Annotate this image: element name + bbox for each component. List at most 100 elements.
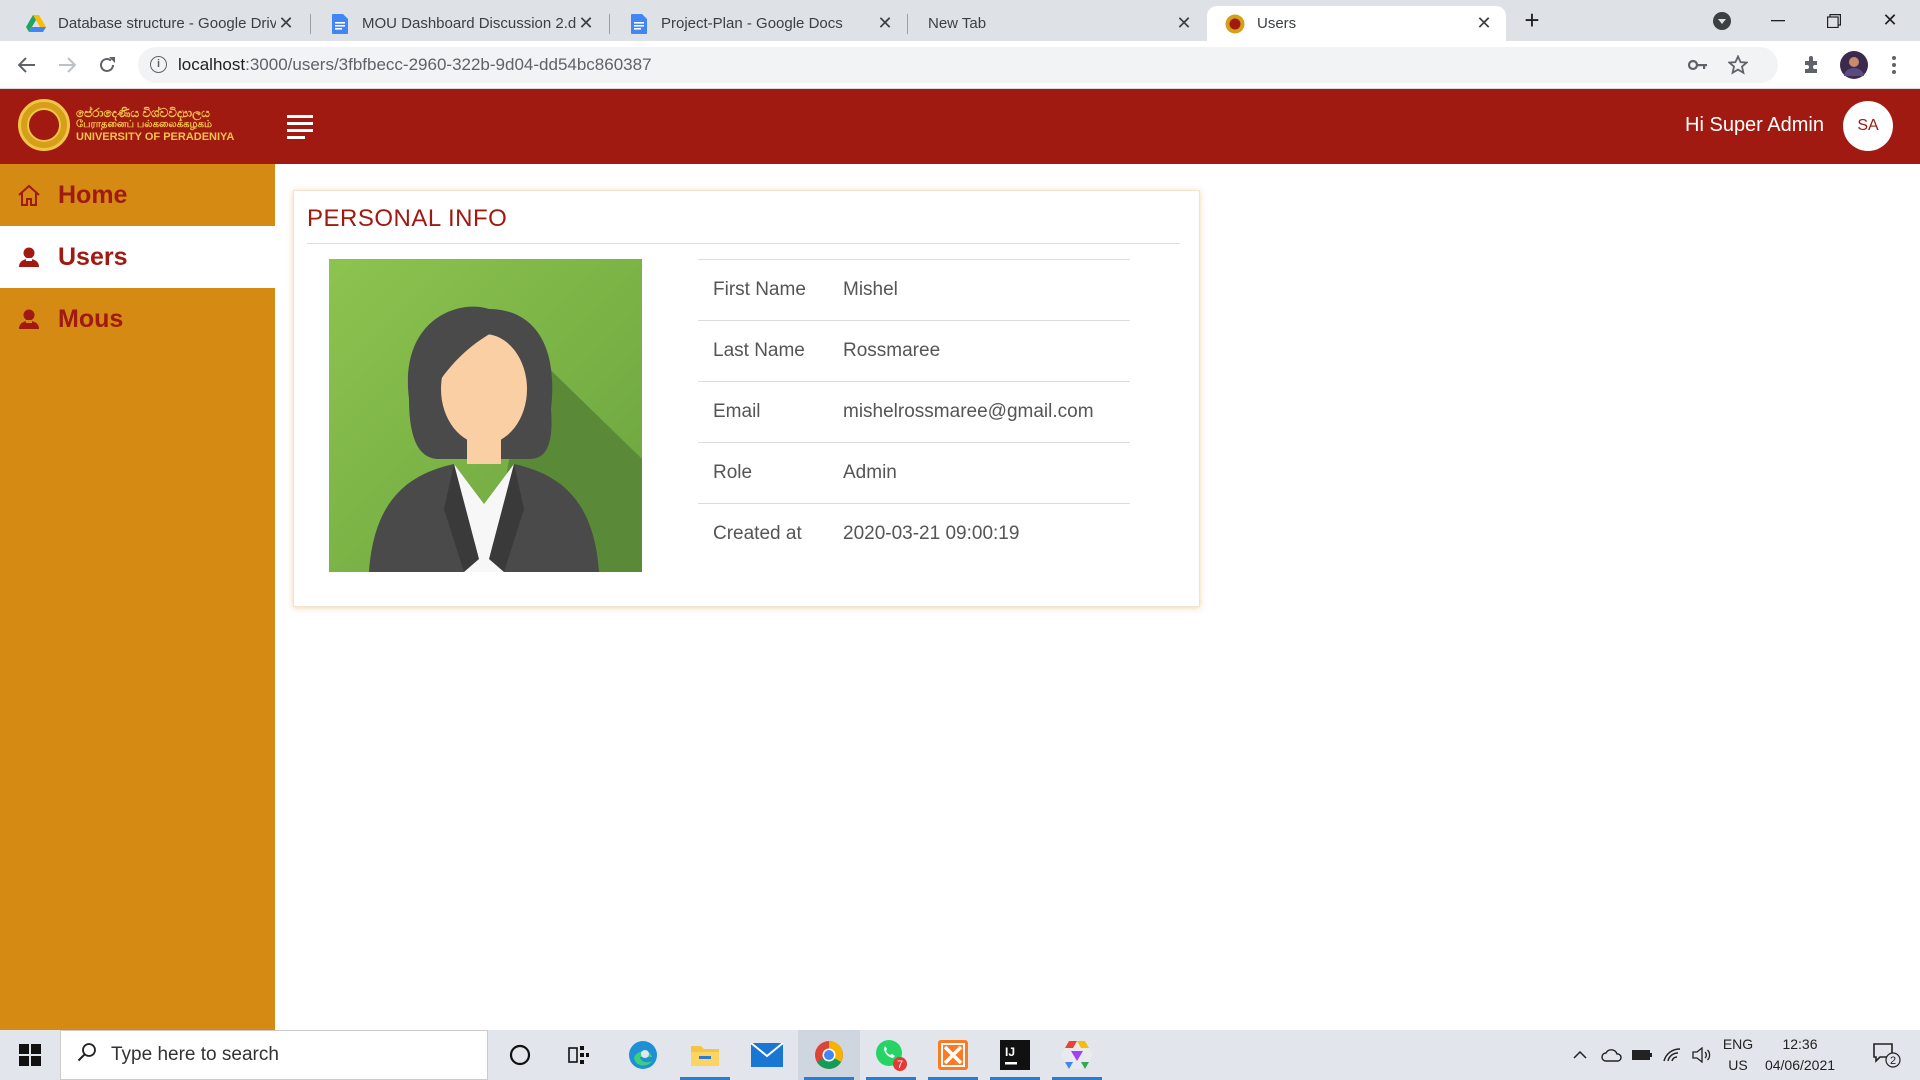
field-value: Mishel (843, 279, 898, 300)
restore-icon[interactable] (1806, 0, 1862, 41)
info-table: First Name Mishel Last Name Rossmaree Em… (698, 259, 1130, 565)
table-row: Last Name Rossmaree (698, 320, 1130, 382)
card-title: PERSONAL INFO (307, 205, 508, 232)
sidebar-item-home[interactable]: Home (0, 164, 275, 226)
intellij-icon[interactable]: IJ (984, 1030, 1046, 1080)
browser-tab-active[interactable]: Users ✕ (1207, 6, 1506, 41)
bookmark-star-icon[interactable] (1726, 53, 1750, 77)
tab-title: New Tab (928, 15, 987, 32)
chrome-icon[interactable] (798, 1030, 860, 1080)
sidebar-item-label: Home (58, 180, 128, 209)
clock-time: 12:36 (1782, 1036, 1818, 1052)
url-host: localhost (178, 55, 246, 74)
xampp-icon[interactable] (922, 1030, 984, 1080)
user-icon (14, 242, 44, 272)
profile-avatar[interactable] (1840, 51, 1868, 79)
tab-separator (609, 14, 610, 34)
menu-kebab-icon[interactable] (1882, 53, 1906, 77)
hamburger-menu-icon[interactable] (287, 115, 313, 139)
tab-search-icon[interactable] (1694, 0, 1750, 41)
clock[interactable]: 12:36 04/06/2021 (1760, 1034, 1840, 1076)
minimize-icon[interactable] (1750, 0, 1806, 41)
extensions-icon[interactable] (1800, 53, 1824, 77)
key-icon[interactable] (1686, 53, 1710, 77)
svg-text:IJ: IJ (1005, 1045, 1015, 1059)
table-row: Email mishelrossmaree@gmail.com (698, 381, 1130, 443)
field-value: mishelrossmaree@gmail.com (843, 401, 1094, 422)
battery-icon[interactable] (1628, 1030, 1656, 1080)
university-logo[interactable]: පේරාදෙණිය විශ්වවිද්‍යාලය பேராதனைப் பல்கல… (18, 99, 234, 151)
whatsapp-icon[interactable]: 7 (860, 1030, 922, 1080)
app-header: පේරාදෙණිය විශ්වවිද්‍යාලය பேராதனைப் பல்கல… (0, 89, 1920, 164)
new-tab-button[interactable]: + (1504, 0, 1560, 41)
field-label: Email (713, 401, 761, 422)
tab-title: Project-Plan - Google Docs (661, 15, 843, 32)
tab-title: Database structure - Google Driv (58, 15, 276, 32)
whatsapp-badge: 7 (897, 1059, 903, 1071)
browser-tab[interactable]: Database structure - Google Driv ✕ (8, 6, 308, 41)
url-path: :3000/users/3fbfbecc-2960-322b-9d04-dd54… (245, 55, 652, 74)
git-tool-icon[interactable] (1046, 1030, 1108, 1080)
close-tab-icon[interactable]: ✕ (1474, 13, 1494, 34)
field-label: Role (713, 462, 753, 483)
field-label: Created at (713, 523, 802, 545)
site-info-icon[interactable]: i (150, 56, 167, 73)
edge-icon[interactable] (612, 1030, 674, 1080)
field-value: Rossmaree (843, 340, 941, 361)
show-hidden-icons-icon[interactable] (1568, 1030, 1592, 1080)
user-greeting: Hi Super Admin (1685, 114, 1824, 136)
forward-icon[interactable] (53, 51, 81, 79)
notifications-icon[interactable]: 2 (1862, 1030, 1912, 1080)
cortana-icon[interactable] (489, 1030, 551, 1080)
windows-taskbar: Type here to search 7 IJ ENG US 12:36 04… (0, 1030, 1920, 1080)
search-placeholder: Type here to search (111, 1044, 279, 1065)
table-row: First Name Mishel (698, 259, 1130, 321)
google-docs-icon (330, 13, 350, 34)
volume-icon[interactable] (1688, 1030, 1716, 1080)
google-drive-icon (26, 14, 46, 34)
logo-text: පේරාදෙණිය විශ්වවිද්‍යාලය பேராதனைப் பல்கல… (76, 106, 235, 143)
close-tab-icon[interactable]: ✕ (576, 13, 596, 34)
windows-start-icon[interactable] (0, 1030, 60, 1080)
browser-toolbar: i localhost:3000/users/3fbfbecc-2960-322… (0, 41, 1920, 89)
user-icon (14, 304, 44, 334)
task-view-icon[interactable] (548, 1030, 610, 1080)
reload-icon[interactable] (93, 51, 121, 79)
divider (307, 243, 1180, 244)
user-avatar[interactable]: SA (1843, 101, 1893, 151)
taskbar-search-box[interactable]: Type here to search (60, 1030, 488, 1080)
mail-icon[interactable] (736, 1030, 798, 1080)
browser-tab[interactable]: New Tab ✕ (910, 6, 1206, 41)
address-bar[interactable]: i localhost:3000/users/3fbfbecc-2960-322… (138, 47, 1778, 83)
sidebar-item-mous[interactable]: Mous (0, 288, 275, 350)
table-row: Role Admin (698, 442, 1130, 504)
search-icon (77, 1042, 97, 1068)
close-tab-icon[interactable]: ✕ (875, 13, 895, 34)
sidebar: Home Users Mous (0, 164, 275, 1030)
table-row: Created at 2020-03-21 09:00:19 (698, 503, 1130, 565)
language-indicator[interactable]: ENG US (1718, 1034, 1758, 1076)
tab-title: Users (1257, 15, 1297, 32)
notification-count: 2 (1890, 1055, 1896, 1067)
close-tab-icon[interactable]: ✕ (276, 13, 296, 34)
personal-info-card: PERSONAL INFO First Name Mishel Last Nam… (293, 190, 1200, 607)
university-seal-icon (1225, 14, 1245, 34)
sidebar-item-label: Mous (58, 304, 124, 333)
sidebar-item-users[interactable]: Users (0, 226, 275, 288)
sidebar-item-label: Users (58, 242, 128, 271)
browser-tab-bar: Database structure - Google Driv ✕ MOU D… (0, 0, 1920, 41)
tab-title: MOU Dashboard Discussion 2.do (362, 15, 576, 32)
file-explorer-icon[interactable] (674, 1030, 736, 1080)
browser-tab[interactable]: Project-Plan - Google Docs ✕ (611, 6, 907, 41)
back-icon[interactable] (13, 51, 41, 79)
field-value: 2020-03-21 09:00:19 (843, 523, 1020, 545)
university-seal-icon (18, 99, 70, 151)
close-tab-icon[interactable]: ✕ (1174, 13, 1194, 34)
onedrive-icon[interactable] (1598, 1030, 1626, 1080)
wifi-icon[interactable] (1658, 1030, 1686, 1080)
tab-separator (310, 14, 311, 34)
browser-tab[interactable]: MOU Dashboard Discussion 2.do ✕ (312, 6, 608, 41)
close-window-icon[interactable]: ✕ (1862, 0, 1918, 41)
field-label: First Name (713, 279, 806, 300)
clock-date: 04/06/2021 (1764, 1057, 1836, 1073)
